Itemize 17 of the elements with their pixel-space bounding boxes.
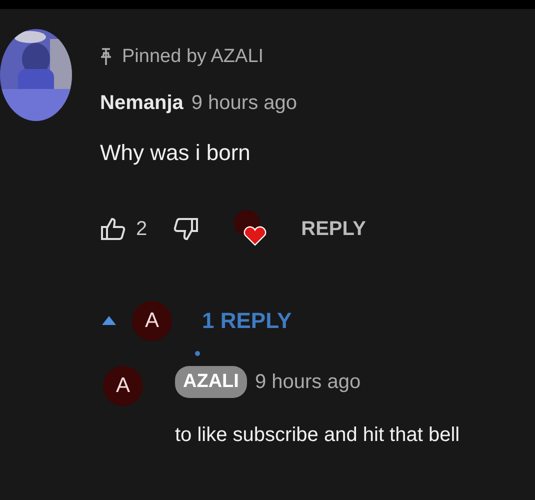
replies-toggle[interactable]: A 1 REPLY — [102, 300, 292, 340]
creator-badge[interactable]: AZALI — [175, 366, 247, 398]
comment-author[interactable]: Nemanja — [100, 88, 184, 118]
pinned-label: Pinned by AZALI — [122, 45, 264, 69]
reply-text: to like subscribe and hit that bell — [175, 423, 460, 448]
comment-text: Why was i born — [100, 138, 252, 167]
comment-time: 9 hours ago — [191, 90, 298, 116]
thumbs-down-icon[interactable] — [173, 216, 200, 240]
reply-button[interactable]: REPLY — [301, 214, 366, 244]
like-count: 2 — [136, 216, 148, 242]
replies-label: 1 REPLY — [202, 307, 292, 335]
thumbs-up-icon[interactable] — [100, 216, 126, 240]
avatar: A — [103, 366, 143, 406]
reply-time: 9 hours ago — [254, 370, 361, 395]
avatar: A — [132, 300, 172, 340]
pin-icon — [100, 48, 112, 66]
dot-icon — [195, 350, 200, 356]
